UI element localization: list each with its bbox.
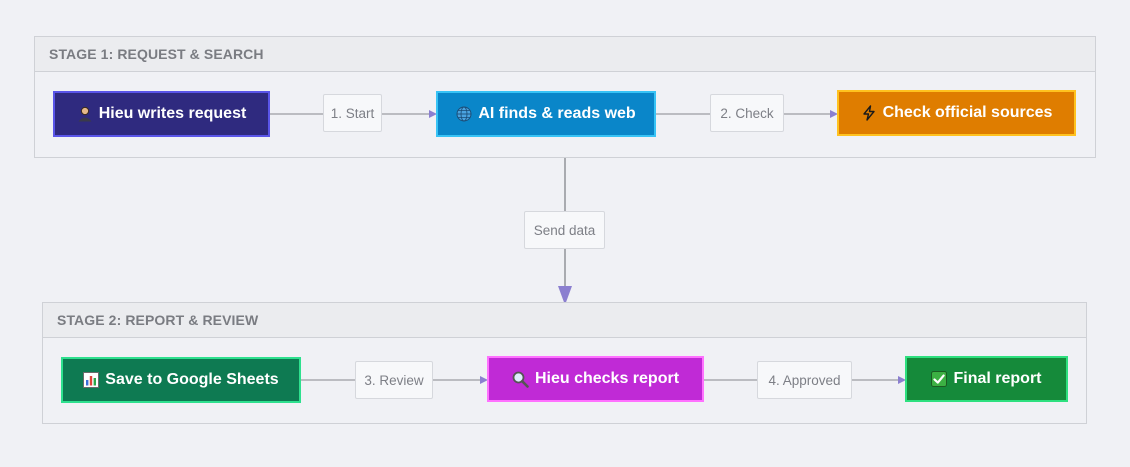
- node-ai-finds-reads-web[interactable]: AI finds & reads web: [436, 91, 656, 137]
- edge-label-start: 1. Start: [323, 94, 382, 132]
- node-label: Hieu writes request: [98, 105, 247, 122]
- magnifier-icon: [512, 371, 529, 388]
- node-label: Final report: [953, 370, 1042, 387]
- node-save-to-google-sheets[interactable]: Save to Google Sheets: [61, 357, 301, 403]
- bar-chart-icon: [83, 372, 100, 388]
- node-hieu-writes-request[interactable]: Hieu writes request: [53, 91, 270, 137]
- edge-label-check: 2. Check: [710, 94, 784, 132]
- stage-1-title: STAGE 1: REQUEST & SEARCH: [35, 37, 1095, 72]
- edge-label-review: 3. Review: [355, 361, 433, 399]
- node-label: AI finds & reads web: [478, 105, 636, 122]
- node-label: Check official sources: [882, 104, 1053, 121]
- node-label: Hieu checks report: [534, 370, 680, 387]
- globe-icon: [456, 106, 472, 122]
- person-icon: [77, 106, 93, 122]
- edge-label-approved: 4. Approved: [757, 361, 852, 399]
- node-final-report[interactable]: Final report: [905, 356, 1068, 402]
- checkmark-icon: [931, 371, 948, 387]
- node-check-official-sources[interactable]: Check official sources: [837, 90, 1076, 136]
- node-label: Save to Google Sheets: [105, 371, 279, 388]
- stage-2-title: STAGE 2: REPORT & REVIEW: [43, 303, 1086, 338]
- lightning-icon: [861, 105, 877, 121]
- edge-label-send-data: Send data: [524, 211, 605, 249]
- node-hieu-checks-report[interactable]: Hieu checks report: [487, 356, 704, 402]
